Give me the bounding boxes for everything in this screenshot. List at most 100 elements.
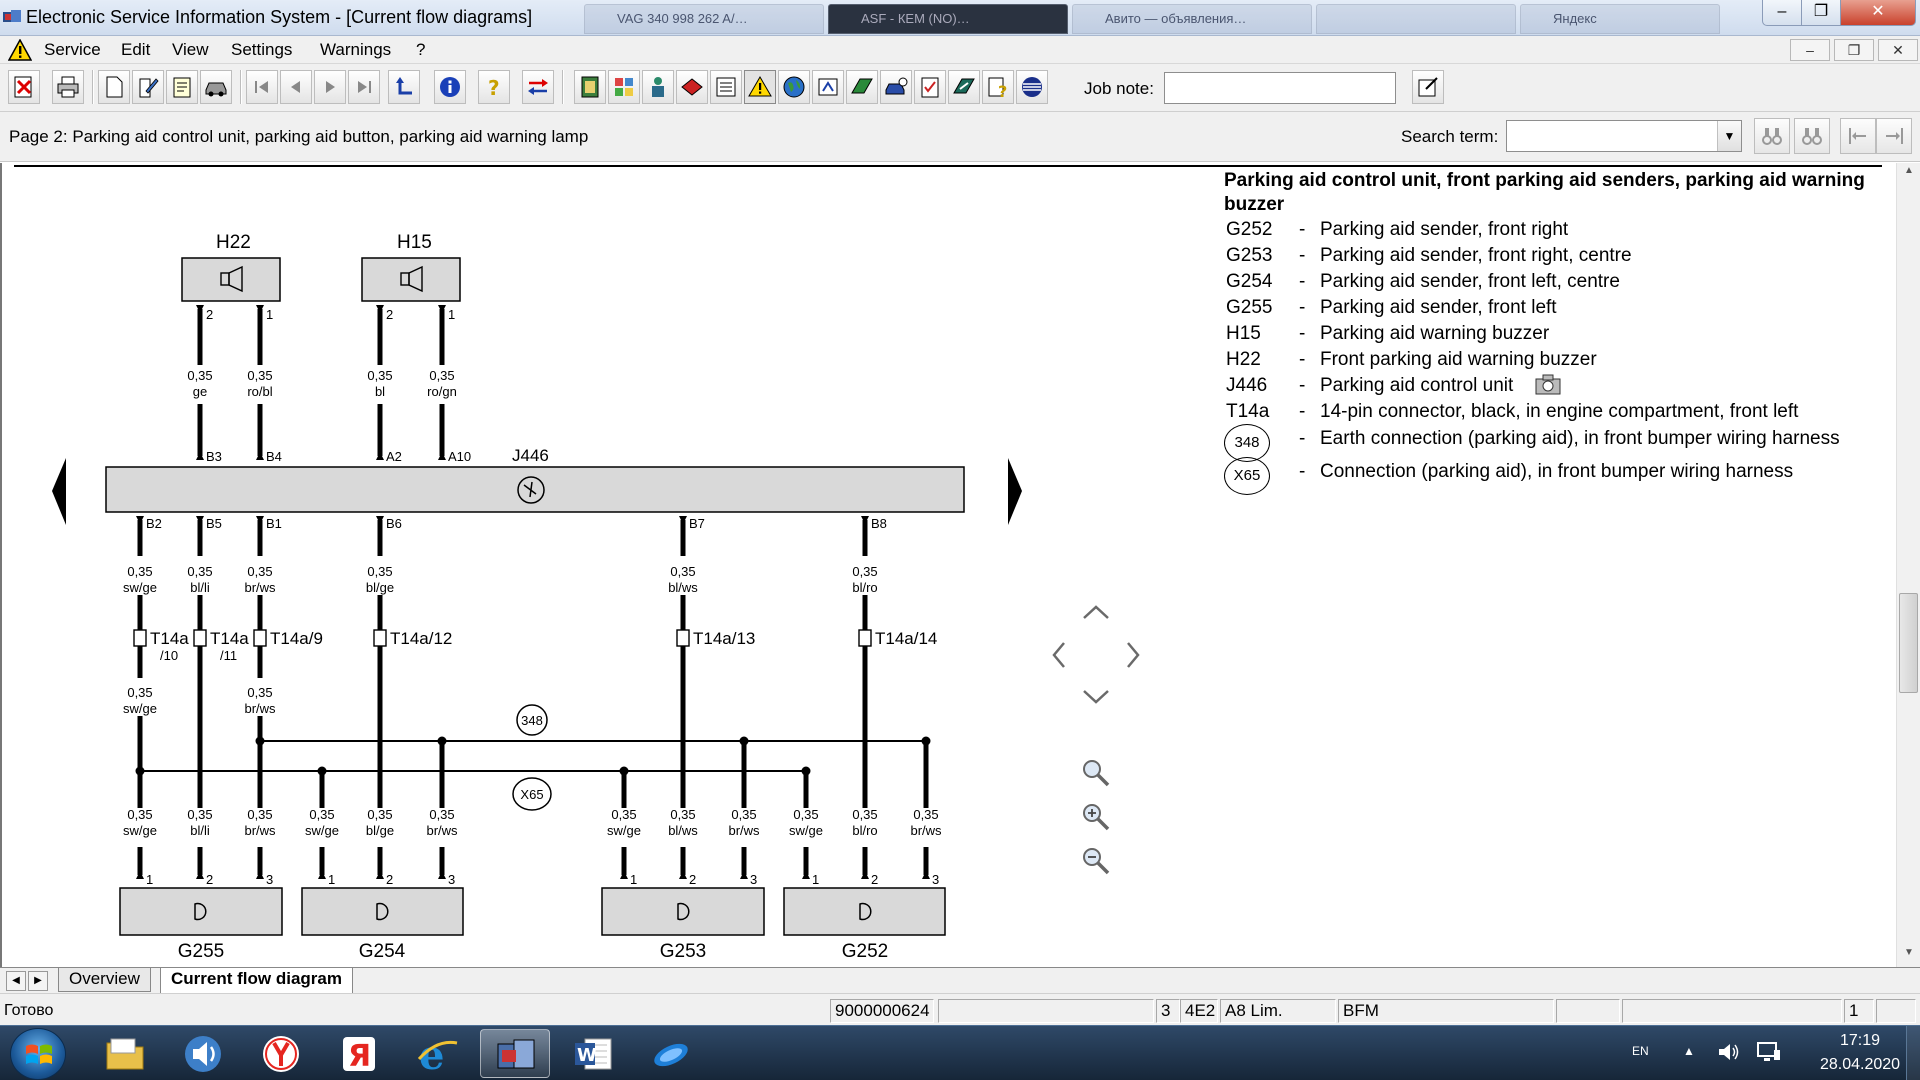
tab-scroll-right-icon[interactable]: ▶ — [28, 971, 48, 991]
diagram-next-page-arrow[interactable] — [1008, 458, 1022, 525]
print-button[interactable] — [52, 70, 84, 104]
wiring-diagram[interactable]: H22 H15 2 1 2 1 0,35ge 0,35ro/bl 0,35bl … — [2, 163, 1202, 967]
help-button[interactable]: ? — [478, 70, 510, 104]
exit-button[interactable] — [8, 70, 40, 104]
previous-page-button[interactable] — [280, 70, 312, 104]
taskbar-word[interactable]: W — [558, 1029, 628, 1078]
chevron-down-icon[interactable]: ▼ — [1717, 121, 1741, 151]
mdi-close-button[interactable]: ✕ — [1878, 39, 1918, 61]
new-document-button[interactable] — [98, 70, 130, 104]
background-tab[interactable]: Яндекс — [1520, 4, 1720, 34]
zoom-out-icon[interactable] — [1083, 848, 1110, 875]
zoom-in-icon[interactable] — [1083, 804, 1110, 831]
taskbar-app[interactable] — [636, 1029, 706, 1078]
background-tab[interactable]: Авито — объявления… — [1072, 4, 1312, 34]
tool-button-10[interactable] — [880, 70, 912, 104]
pan-up-icon[interactable] — [1083, 605, 1109, 619]
taskbar-yandex[interactable]: Я — [324, 1029, 394, 1078]
tool-button-12[interactable] — [948, 70, 980, 104]
tool-button-14[interactable] — [1016, 70, 1048, 104]
junction-348[interactable]: 348 — [516, 704, 548, 736]
taskbar-internet-explorer[interactable]: e — [402, 1029, 472, 1078]
search-term-combobox[interactable]: ▼ — [1506, 120, 1742, 152]
tool-button-4[interactable] — [676, 70, 708, 104]
edit-document-button[interactable] — [132, 70, 164, 104]
svg-text:B4: B4 — [266, 449, 282, 464]
mdi-restore-button[interactable]: ❐ — [1834, 39, 1874, 61]
background-tab[interactable]: VAG 340 998 262 A/… — [584, 4, 824, 34]
mdi-minimize-button[interactable]: – — [1790, 39, 1830, 61]
pan-down-icon[interactable] — [1083, 690, 1109, 704]
control-unit-j446[interactable]: J446 — [105, 446, 965, 513]
expand-button[interactable] — [1876, 118, 1912, 154]
background-tab[interactable]: ASF - КЕМ (NO)… — [828, 4, 1068, 34]
tab-scroll-left-icon[interactable]: ◀ — [6, 971, 26, 991]
start-button[interactable] — [10, 1028, 66, 1080]
first-page-button[interactable] — [246, 70, 278, 104]
pan-right-icon[interactable] — [1127, 642, 1140, 668]
info-button[interactable] — [434, 70, 466, 104]
window-close-button[interactable]: ✕ — [1840, 0, 1916, 26]
warning-icon[interactable] — [8, 39, 32, 61]
tool-button-11[interactable] — [914, 70, 946, 104]
clock-time[interactable]: 17:19 — [1800, 1032, 1920, 1050]
search-forward-button[interactable] — [1754, 118, 1790, 154]
window-minimize-button[interactable]: – — [1762, 0, 1802, 26]
switch-button[interactable] — [522, 70, 554, 104]
scrollbar-thumb[interactable] — [1899, 593, 1918, 693]
tool-button-8[interactable] — [812, 70, 844, 104]
taskbar-media-player[interactable] — [168, 1029, 238, 1078]
next-page-button[interactable] — [314, 70, 346, 104]
menu-help[interactable]: ? — [416, 40, 425, 60]
warnings-toggle-button[interactable] — [744, 70, 776, 104]
job-note-edit-button[interactable] — [1412, 70, 1444, 104]
menu-settings[interactable]: Settings — [231, 40, 292, 60]
taskbar-elsa[interactable] — [480, 1029, 550, 1078]
camera-icon[interactable] — [1535, 373, 1561, 395]
menu-service[interactable]: Service — [44, 40, 101, 60]
scroll-up-icon[interactable]: ▲ — [1897, 165, 1920, 183]
tray-expand-icon[interactable]: ▲ — [1683, 1044, 1695, 1058]
junction-x65[interactable]: X65 — [512, 777, 552, 811]
search-back-button[interactable] — [1794, 118, 1830, 154]
background-tab[interactable] — [1316, 4, 1516, 34]
last-page-button[interactable] — [348, 70, 380, 104]
back-button[interactable] — [388, 70, 420, 104]
buzzer-h22[interactable]: H22 — [181, 232, 281, 302]
network-icon[interactable] — [1756, 1040, 1782, 1064]
checklist-icon — [921, 77, 939, 98]
menu-warnings[interactable]: Warnings — [320, 40, 391, 60]
buzzer-h15[interactable]: H15 — [361, 232, 461, 302]
tool-button-3[interactable] — [642, 70, 674, 104]
vertical-scrollbar[interactable]: ▲ ▼ — [1896, 163, 1920, 967]
sender-g253[interactable]: G253 — [601, 887, 765, 962]
tool-button-9[interactable] — [846, 70, 878, 104]
scroll-down-icon[interactable]: ▼ — [1897, 947, 1920, 965]
sender-g255[interactable]: G255 — [119, 887, 283, 962]
sender-g252[interactable]: G252 — [783, 887, 946, 962]
clock-date[interactable]: 28.04.2020 — [1800, 1056, 1920, 1074]
sender-g254[interactable]: G254 — [301, 887, 464, 962]
menu-edit[interactable]: Edit — [121, 40, 150, 60]
tool-button-2[interactable] — [608, 70, 640, 104]
tool-button-7[interactable] — [778, 70, 810, 104]
taskbar-yandex-browser[interactable] — [246, 1029, 316, 1078]
diagram-previous-page-arrow[interactable] — [52, 458, 66, 525]
tool-button-1[interactable] — [574, 70, 606, 104]
tray-language[interactable]: EN — [1632, 1044, 1649, 1058]
tab-overview[interactable]: Overview — [58, 968, 151, 992]
window-maximize-button[interactable]: ❐ — [1801, 0, 1841, 26]
menu-view[interactable]: View — [172, 40, 209, 60]
volume-icon[interactable] — [1716, 1040, 1740, 1064]
taskbar-explorer[interactable] — [90, 1029, 160, 1078]
collapse-button[interactable] — [1840, 118, 1876, 154]
job-note-input[interactable] — [1164, 72, 1396, 104]
tab-current-flow-diagram[interactable]: Current flow diagram — [160, 968, 353, 994]
tool-button-13[interactable]: ? — [982, 70, 1014, 104]
tool-button-5[interactable] — [710, 70, 742, 104]
notes-button[interactable] — [166, 70, 198, 104]
zoom-fit-icon[interactable] — [1083, 760, 1110, 787]
show-desktop-button[interactable] — [1906, 1026, 1920, 1080]
vehicle-button[interactable] — [200, 70, 232, 104]
pan-left-icon[interactable] — [1052, 642, 1065, 668]
